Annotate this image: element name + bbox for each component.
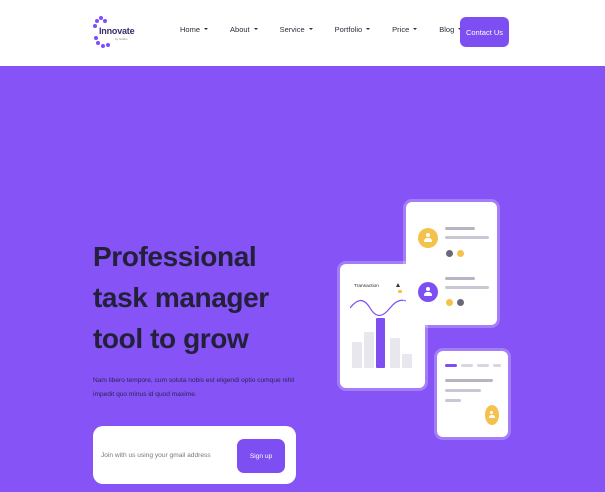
text-line <box>477 364 489 367</box>
nav-label: Service <box>279 24 305 34</box>
signup-button[interactable]: Sign up <box>237 439 285 473</box>
hero-description: Nam libero tempore, cum soluta nobis est… <box>93 377 295 398</box>
nav-label: Portfolio <box>334 24 363 34</box>
contact-us-button[interactable]: Contact Us <box>460 17 509 47</box>
status-dot-icon <box>457 299 464 306</box>
user-avatar-icon <box>485 405 499 425</box>
text-line <box>445 364 457 367</box>
logo-name: Innovate <box>99 26 135 36</box>
status-dot-icon <box>446 299 453 306</box>
nav-item-price[interactable]: Price <box>392 23 418 35</box>
nav-label: About <box>230 24 250 34</box>
caret-down-icon <box>204 28 209 30</box>
nav-item-portfolio[interactable]: Portfolio <box>335 23 371 35</box>
task-list-card <box>437 351 508 437</box>
caret-down-icon <box>366 28 371 30</box>
text-line <box>445 236 489 239</box>
hero-title: Professional task manager tool to grow <box>93 241 269 354</box>
text-line <box>445 277 475 280</box>
chart-bar <box>390 338 400 368</box>
coin-icon <box>398 290 402 293</box>
arrow-up-icon <box>396 283 400 287</box>
logo[interactable]: Innovate by Studio <box>93 16 143 48</box>
user-avatar-icon <box>418 228 438 248</box>
signup-form: Sign up <box>93 426 296 484</box>
nav-item-blog[interactable]: Blog <box>439 23 463 35</box>
user-avatar-icon <box>418 282 438 302</box>
text-line <box>445 399 461 402</box>
email-input[interactable] <box>101 446 231 464</box>
nav-label: Price <box>392 24 410 34</box>
chart-bar <box>402 354 412 368</box>
caret-down-icon <box>413 28 418 30</box>
text-line <box>445 286 489 289</box>
chart-bar-active <box>376 318 385 368</box>
users-card <box>406 202 497 325</box>
caret-down-icon <box>308 28 313 30</box>
text-line <box>445 389 481 392</box>
text-line <box>493 364 501 367</box>
nav-label: Blog <box>439 24 455 34</box>
status-dot-icon <box>446 250 453 257</box>
nav-label: Home <box>180 24 201 34</box>
status-dot-icon <box>457 250 464 257</box>
hero-section: Professional task manager tool to grow N… <box>0 66 605 492</box>
nav-item-home[interactable]: Home <box>180 23 209 35</box>
chart-bar <box>352 342 362 368</box>
nav-item-service[interactable]: Service <box>280 23 313 35</box>
caret-down-icon <box>253 28 258 30</box>
text-line <box>461 364 473 367</box>
text-line <box>445 227 475 230</box>
chart-bar <box>364 332 374 368</box>
text-line <box>445 379 493 382</box>
logo-tagline: by Studio <box>115 37 128 41</box>
transaction-label: Transaction <box>354 284 379 289</box>
site-header: Innovate by Studio Home About Service Po… <box>0 0 605 66</box>
nav-item-about[interactable]: About <box>230 23 258 35</box>
main-nav: Home About Service Portfolio Price Blog <box>180 23 484 35</box>
